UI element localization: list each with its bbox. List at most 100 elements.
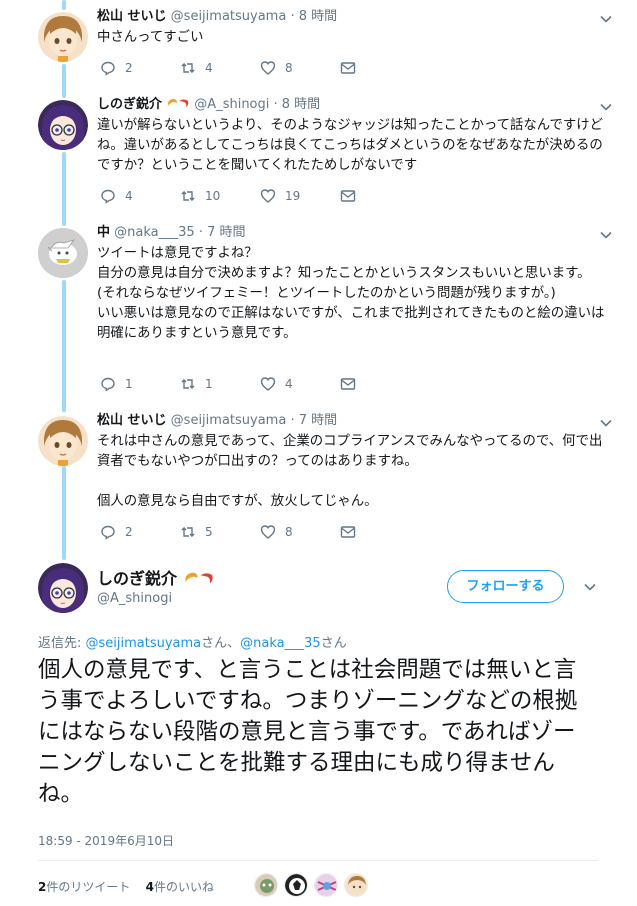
tweet-time[interactable]: · 7 時間 bbox=[199, 225, 246, 240]
follow-button[interactable]: フォローする bbox=[447, 570, 564, 603]
chevron-down-icon[interactable] bbox=[599, 12, 613, 26]
main-tweet-text: 個人の意見です、と言うことは社会問題では無いと言う事でよろしいですね。つまりゾー… bbox=[38, 657, 578, 807]
like-icon bbox=[260, 61, 276, 75]
tweet-line: いい悪いは意見なので正解はないですが、これまで批判されてきたものと絵の違いは明確… bbox=[97, 306, 605, 341]
like-button[interactable]: 8 bbox=[260, 60, 340, 76]
main-avatar[interactable] bbox=[38, 563, 88, 613]
like-stat[interactable]: 4件のいいね bbox=[146, 880, 214, 894]
retweet-button[interactable]: 5 bbox=[180, 524, 260, 540]
avatar[interactable] bbox=[38, 228, 88, 278]
like-button[interactable]: 4 bbox=[260, 376, 340, 392]
reply-icon bbox=[101, 61, 115, 76]
message-button[interactable] bbox=[340, 376, 420, 392]
tweet-time[interactable]: · 8 時間 bbox=[274, 97, 321, 112]
reply-icon bbox=[101, 525, 115, 540]
chevron-down-icon[interactable] bbox=[599, 100, 613, 114]
reply-count: 2 bbox=[125, 61, 133, 75]
like-button[interactable]: 8 bbox=[260, 524, 340, 540]
message-icon bbox=[340, 62, 356, 74]
chevron-down-icon[interactable] bbox=[599, 416, 613, 430]
author-handle[interactable]: @naka___35 bbox=[114, 225, 195, 240]
like-count: 8 bbox=[285, 525, 293, 539]
tweet-stats: 2件のリツイート 4件のいいね bbox=[38, 878, 214, 895]
tweet-line: 中さんってすごい bbox=[97, 30, 204, 45]
tweet-time[interactable]: · 7 時間 bbox=[290, 413, 337, 428]
retweet-button[interactable]: 4 bbox=[180, 60, 260, 76]
liker-avatar[interactable] bbox=[314, 873, 338, 897]
tweet-actions: 2 4 8 bbox=[100, 60, 420, 76]
reply-count: 4 bbox=[125, 189, 133, 203]
tweet-line: 個人の意見なら自由ですが、放火してじゃん。 bbox=[97, 494, 378, 509]
crescent-roll-emoji-icon bbox=[185, 572, 198, 582]
author-name[interactable]: 松山 せいじ bbox=[97, 413, 167, 428]
like-icon bbox=[260, 525, 276, 539]
avatar[interactable] bbox=[38, 100, 88, 150]
retweet-count: 5 bbox=[205, 525, 213, 539]
main-author-name[interactable]: しのぎ鋭介 bbox=[97, 565, 215, 589]
reply-count: 2 bbox=[125, 525, 133, 539]
message-button[interactable] bbox=[340, 60, 420, 76]
shrimp-emoji-icon bbox=[199, 573, 213, 584]
author-handle[interactable]: @seijimatsuyama bbox=[171, 9, 287, 24]
avatar[interactable] bbox=[38, 416, 88, 466]
reply-icon bbox=[101, 189, 115, 204]
like-count: 4 bbox=[285, 377, 293, 391]
chevron-down-icon[interactable] bbox=[599, 228, 613, 242]
tweet-actions: 2 5 8 bbox=[100, 524, 420, 540]
retweet-count: 10 bbox=[205, 189, 221, 203]
retweet-stat[interactable]: 2件のリツイート bbox=[38, 880, 130, 894]
thread-line bbox=[62, 466, 66, 560]
tweet-timestamp[interactable]: 18:59 - 2019年6月10日 bbox=[38, 832, 174, 849]
retweet-count: 4 bbox=[205, 61, 213, 75]
like-button[interactable]: 19 bbox=[260, 188, 340, 204]
reply-button[interactable]: 2 bbox=[100, 524, 180, 540]
reply-icon bbox=[101, 377, 115, 392]
retweet-icon bbox=[181, 379, 195, 389]
retweet-count: 1 bbox=[205, 377, 213, 391]
tweet-actions: 4 10 19 bbox=[100, 188, 420, 204]
tweet-time[interactable]: · 8 時間 bbox=[290, 9, 337, 24]
reply-button[interactable]: 1 bbox=[100, 376, 180, 392]
retweet-icon bbox=[181, 191, 195, 201]
tweet-text: ツイートは意見ですよね？ 自分の意見は自分で決めますよ？知ったことかというスタン… bbox=[97, 244, 607, 344]
message-button[interactable] bbox=[340, 188, 420, 204]
retweet-stat-label: 件のリツイート bbox=[46, 880, 131, 894]
chevron-down-icon[interactable] bbox=[583, 580, 597, 594]
reply-to-prefix: 返信先: bbox=[38, 636, 86, 651]
liker-avatar[interactable] bbox=[284, 873, 308, 897]
thread-line bbox=[62, 152, 66, 226]
retweet-button[interactable]: 10 bbox=[180, 188, 260, 204]
main-author-handle[interactable]: @A_shinogi bbox=[97, 591, 172, 606]
tweet-line: 違いが解らないというより、そのようなジャッジは知ったことかって話なんですけどね。… bbox=[97, 118, 604, 173]
tweet-text: 中さんってすごい bbox=[97, 28, 607, 48]
reply-to-user-link[interactable]: @seijimatsuyama bbox=[86, 636, 202, 651]
thread-line bbox=[62, 0, 66, 10]
reply-count: 1 bbox=[125, 377, 133, 391]
like-icon bbox=[260, 189, 276, 203]
author-name[interactable]: しのぎ鋭介 bbox=[97, 97, 162, 112]
author-name[interactable]: 松山 せいじ bbox=[97, 9, 167, 24]
reply-button[interactable]: 2 bbox=[100, 60, 180, 76]
tweet-header: 中 @naka___35 · 7 時間 bbox=[97, 224, 607, 242]
tweet-actions: 1 1 4 bbox=[100, 376, 420, 392]
reply-button[interactable]: 4 bbox=[100, 188, 180, 204]
thread-line bbox=[62, 280, 66, 412]
divider bbox=[38, 860, 598, 861]
crescent-roll-emoji-icon bbox=[168, 99, 178, 106]
author-name[interactable]: 中 bbox=[97, 225, 110, 240]
like-icon bbox=[260, 377, 276, 391]
author-handle[interactable]: @A_shinogi bbox=[194, 97, 269, 112]
liker-avatar[interactable] bbox=[254, 873, 278, 897]
message-button[interactable] bbox=[340, 524, 420, 540]
author-handle[interactable]: @seijimatsuyama bbox=[171, 413, 287, 428]
message-icon bbox=[340, 526, 356, 538]
tweet-header: 松山 せいじ @seijimatsuyama · 8 時間 bbox=[97, 8, 607, 26]
avatar[interactable] bbox=[38, 12, 88, 62]
reply-to-user-link[interactable]: @naka___35 bbox=[240, 636, 321, 651]
retweet-icon bbox=[181, 527, 195, 537]
retweet-button[interactable]: 1 bbox=[180, 376, 260, 392]
like-count: 8 bbox=[285, 61, 293, 75]
tweet-header: しのぎ鋭介 @A_shinogi · 8 時間 bbox=[97, 96, 607, 114]
liker-avatar[interactable] bbox=[344, 873, 368, 897]
